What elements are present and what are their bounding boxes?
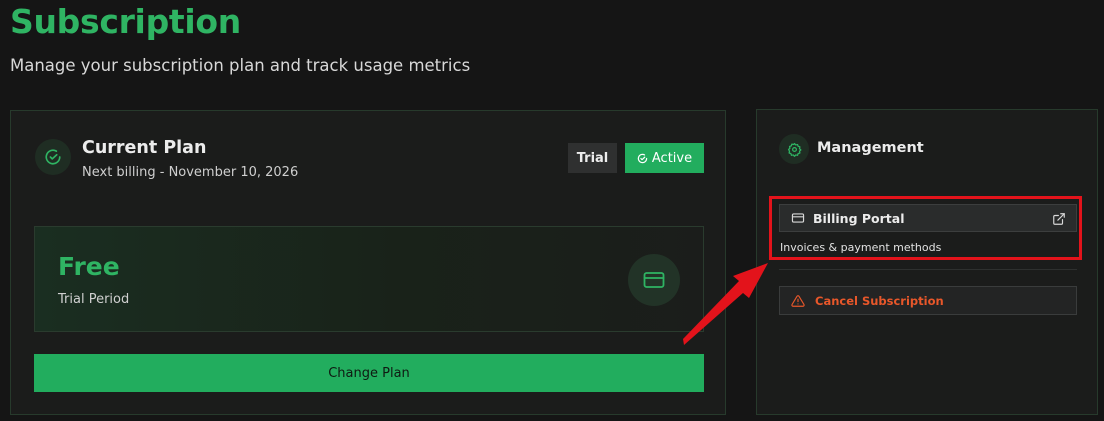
- annotation-arrow: [683, 263, 768, 345]
